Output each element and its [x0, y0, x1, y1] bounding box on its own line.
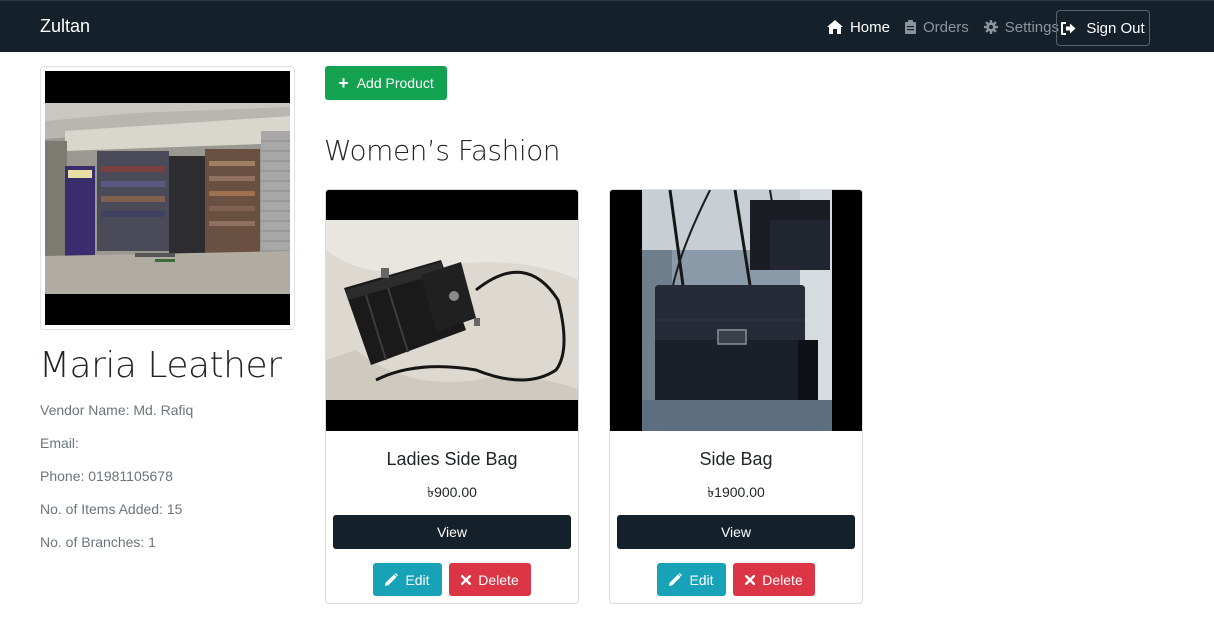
product-name: Side Bag [699, 449, 773, 469]
sign-out-label: Sign Out [1086, 19, 1145, 37]
edit-label: Edit [405, 571, 430, 588]
delete-button[interactable]: Delete [733, 563, 815, 596]
delete-label: Delete [762, 571, 803, 588]
shop-photo [45, 71, 290, 325]
product-card: Ladies Side Bag ৳900.00 View Edit Delete [325, 189, 579, 604]
nav-settings-label: Settings [1004, 18, 1059, 36]
items-added-text: No. of Items Added: 15 [40, 501, 183, 517]
shop-photo-frame [40, 66, 295, 330]
close-icon [461, 574, 472, 585]
product-price: ৳900.00 [427, 484, 477, 500]
gear-icon [983, 20, 998, 34]
sign-out-button[interactable]: Sign Out [1056, 10, 1150, 46]
top-navbar: Zultan Home Orders Settings Sign Out [0, 0, 1214, 52]
delete-label: Delete [478, 571, 519, 588]
add-product-label: Add Product [356, 75, 434, 91]
nav-orders-label: Orders [922, 18, 969, 36]
card-actions: Edit Delete [326, 563, 578, 596]
close-icon [745, 574, 756, 585]
plus-icon: + [338, 73, 349, 93]
vendor-name-text: Vendor Name: Md. Rafiq [40, 402, 194, 418]
vendor-phone-text: Phone: 01981105678 [40, 468, 173, 484]
pencil-icon [385, 573, 399, 586]
clipboard-icon [904, 20, 916, 34]
vendor-email-text: Email: [40, 435, 79, 451]
home-icon [826, 20, 843, 34]
nav-settings[interactable]: Settings [983, 18, 1059, 36]
pencil-icon [669, 573, 683, 586]
delete-button[interactable]: Delete [449, 563, 531, 596]
product-name: Ladies Side Bag [386, 449, 518, 469]
nav-orders[interactable]: Orders [904, 18, 969, 36]
brand-logo[interactable]: Zultan [40, 16, 90, 37]
product-photo [610, 190, 862, 431]
nav-home[interactable]: Home [826, 18, 890, 36]
card-actions: Edit Delete [610, 563, 862, 596]
add-product-button[interactable]: + Add Product [325, 66, 447, 100]
product-image[interactable] [326, 190, 578, 431]
edit-button[interactable]: Edit [657, 563, 726, 596]
edit-label: Edit [689, 571, 714, 588]
view-button[interactable]: View [333, 515, 571, 549]
product-card: Side Bag ৳1900.00 View Edit Delete [609, 189, 863, 604]
edit-button[interactable]: Edit [373, 563, 442, 596]
category-heading: Women’s Fashion [324, 134, 561, 167]
product-image[interactable] [610, 190, 862, 431]
nav-home-label: Home [849, 18, 890, 36]
branches-text: No. of Branches: 1 [40, 534, 156, 550]
nav-menu: Home Orders Settings [812, 1, 1059, 53]
shop-name-heading: Maria Leather [39, 345, 282, 386]
shop-storefront-image [45, 71, 290, 325]
product-price: ৳1900.00 [707, 484, 765, 500]
sign-out-icon [1061, 21, 1076, 35]
product-photo [326, 190, 578, 431]
view-button[interactable]: View [617, 515, 855, 549]
